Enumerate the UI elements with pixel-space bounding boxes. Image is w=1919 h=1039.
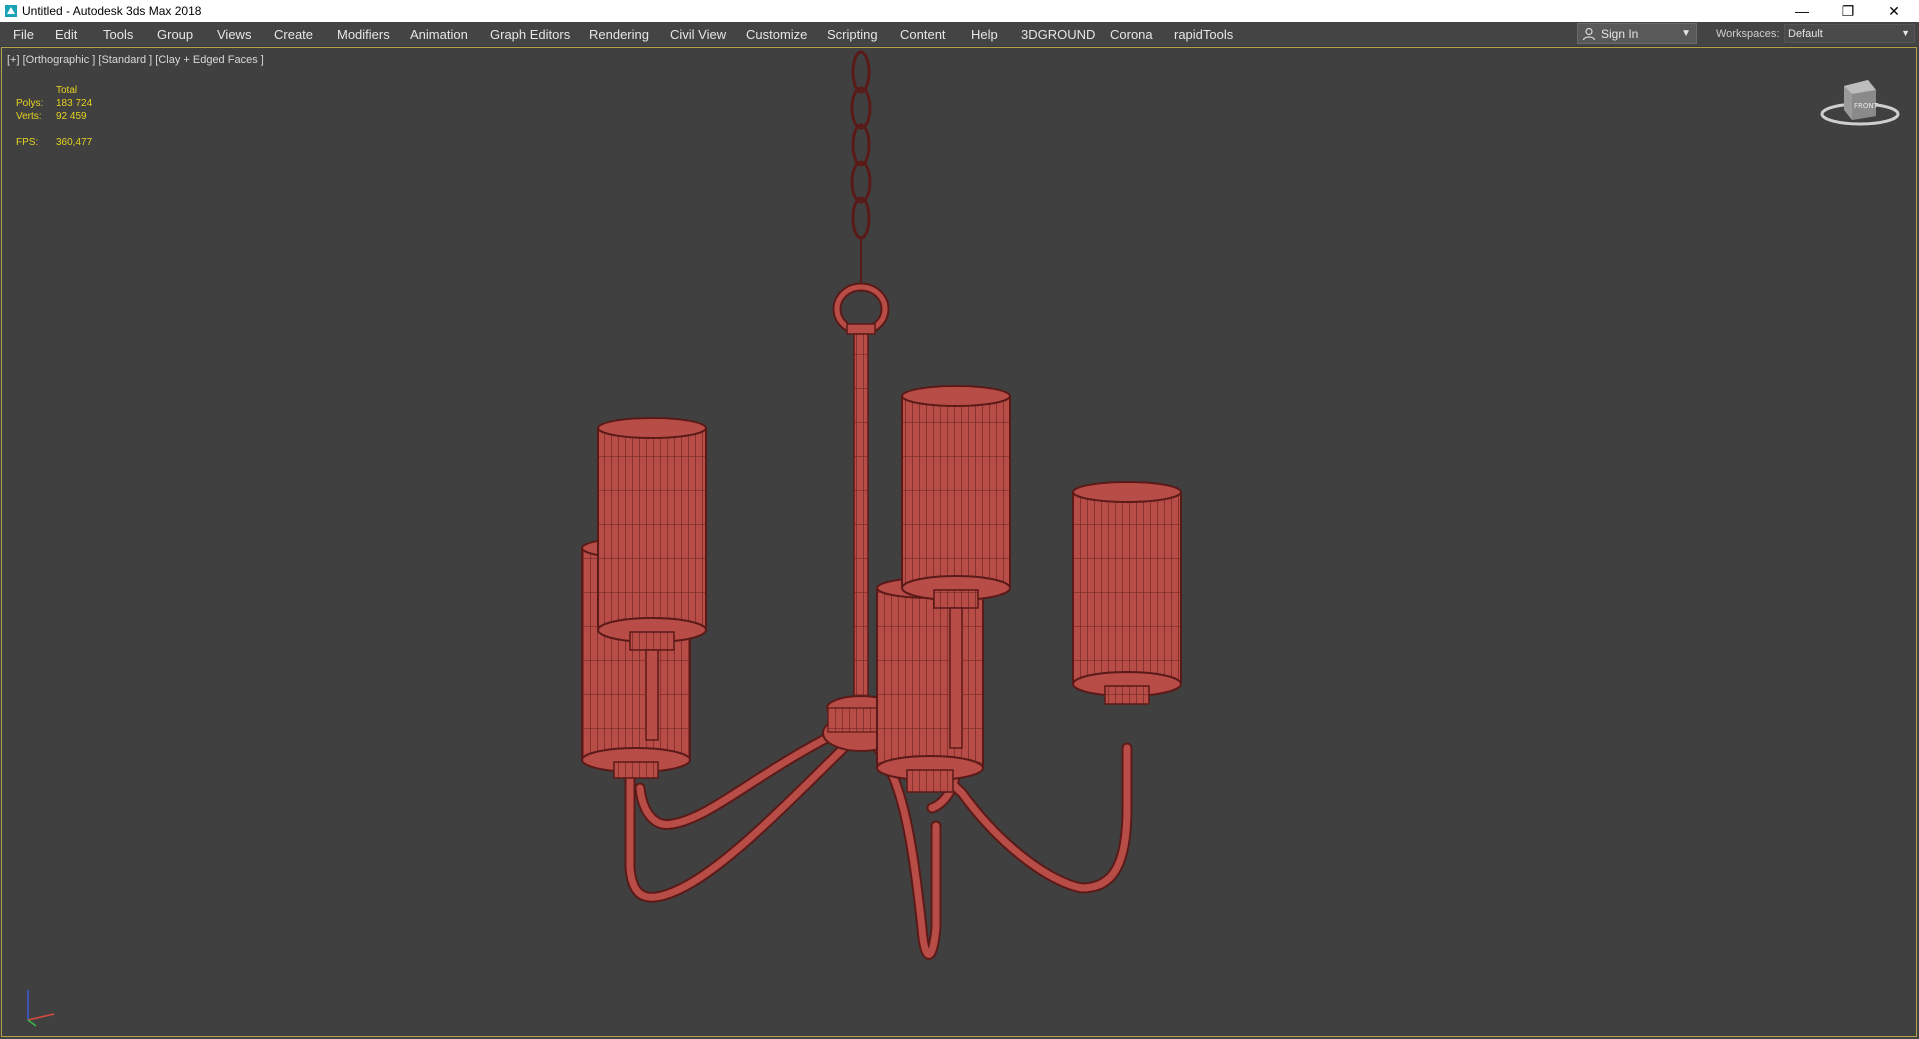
close-button[interactable]: ✕ [1871,0,1917,22]
chevron-down-icon: ▼ [1681,28,1691,39]
menu-scripting[interactable]: Scripting [827,27,878,42]
menu-help[interactable]: Help [971,27,998,42]
menu-group[interactable]: Group [157,27,193,42]
lamp-shade-back-center [876,577,984,793]
menu-civil-view[interactable]: Civil View [670,27,726,42]
sign-in-label: Sign In [1601,27,1639,41]
restore-button[interactable]: ❐ [1825,0,1871,22]
menu-graph-editors[interactable]: Graph Editors [490,27,570,42]
menu-corona[interactable]: Corona [1110,27,1153,42]
window-title: Untitled - Autodesk 3ds Max 2018 [22,4,202,18]
menu-modifiers[interactable]: Modifiers [337,27,390,42]
title-bar: Untitled - Autodesk 3ds Max 2018 — ❐ ✕ [0,0,1919,22]
axis-tripod-icon [27,990,55,1027]
menu-3dground[interactable]: 3DGROUND [1021,27,1095,42]
menu-rendering[interactable]: Rendering [589,27,649,42]
chevron-down-icon: ▼ [1901,28,1910,38]
minimize-button[interactable]: — [1779,0,1825,22]
workspaces-label: Workspaces: [1716,28,1780,40]
perspective-viewport[interactable]: [+] [Orthographic ] [Standard ] [Clay + … [1,47,1917,1037]
chandelier-model[interactable] [2,48,1917,1037]
viewcube-icon[interactable]: FRONT [1818,72,1902,132]
sign-in-dropdown[interactable]: Sign In ▼ [1577,23,1697,44]
menu-content[interactable]: Content [900,27,946,42]
menu-create[interactable]: Create [274,27,313,42]
workspaces-select[interactable]: Default ▼ [1784,24,1915,43]
menu-rapidtools[interactable]: rapidTools [1174,27,1233,42]
viewcube-face-label: FRONT [1854,102,1879,110]
menu-tools[interactable]: Tools [103,27,133,42]
menu-edit[interactable]: Edit [55,27,77,42]
hanging-ring [832,282,890,336]
menu-file[interactable]: File [13,27,34,42]
chain [850,50,872,292]
3dsmax-app-icon [5,5,17,17]
menu-animation[interactable]: Animation [410,27,468,42]
menu-customize[interactable]: Customize [746,27,807,42]
lamp-shade-right [1072,481,1182,705]
workspaces-value: Default [1788,28,1823,40]
center-rod [853,333,869,735]
user-icon [1582,27,1596,41]
menu-views[interactable]: Views [217,27,251,42]
